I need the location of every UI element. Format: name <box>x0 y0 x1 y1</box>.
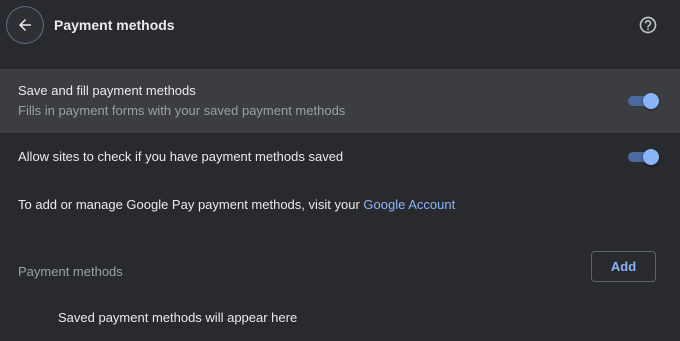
help-button[interactable] <box>638 15 658 35</box>
save-and-fill-title: Save and fill payment methods <box>18 83 196 98</box>
google-pay-info-text: To add or manage Google Pay payment meth… <box>18 197 364 212</box>
add-payment-method-button[interactable]: Add <box>591 251 656 282</box>
toggle-knob <box>643 93 659 109</box>
allow-sites-check-toggle[interactable] <box>626 149 659 165</box>
save-and-fill-subtitle: Fills in payment forms with your saved p… <box>18 103 346 118</box>
toggle-knob <box>643 149 659 165</box>
back-button[interactable] <box>7 7 43 43</box>
arrow-left-icon <box>19 19 31 31</box>
save-and-fill-row[interactable]: Save and fill payment methods Fills in p… <box>0 69 680 133</box>
google-account-link[interactable]: Google Account <box>363 197 455 212</box>
payment-methods-section-title: Payment methods <box>18 264 123 279</box>
empty-payment-methods-message: Saved payment methods will appear here <box>58 310 298 325</box>
help-circle-icon <box>639 16 657 34</box>
allow-sites-check-row[interactable]: Allow sites to check if you have payment… <box>0 133 680 181</box>
google-pay-info: To add or manage Google Pay payment meth… <box>18 197 455 212</box>
save-and-fill-toggle[interactable] <box>626 93 659 109</box>
payment-methods-page: Payment methods Save and fill payment me… <box>0 0 680 341</box>
page-title: Payment methods <box>54 17 175 33</box>
allow-sites-check-title: Allow sites to check if you have payment… <box>18 149 344 164</box>
page-header: Payment methods <box>0 0 680 52</box>
